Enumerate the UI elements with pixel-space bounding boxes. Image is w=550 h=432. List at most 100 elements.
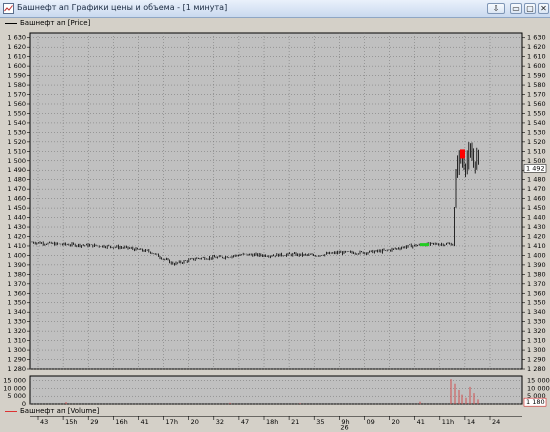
time-tick-label: 41: [140, 418, 148, 426]
price-tick-label-right: 1 450: [527, 204, 546, 212]
price-tick-label-right: 1 380: [527, 270, 546, 278]
price-tick-label-left: 1 590: [7, 72, 26, 80]
time-tick-label: 47: [241, 418, 249, 426]
time-tick-label: 29: [90, 418, 98, 426]
price-tick-label-right: 1 330: [527, 318, 546, 326]
price-tick-label-right: 1 570: [527, 91, 546, 99]
restore-icon: ▢: [526, 4, 534, 13]
price-tick-label-right: 1 600: [527, 62, 546, 70]
window-title: Башнефт ап Графики цены и объема - [1 ми…: [17, 3, 228, 12]
price-tick-label-left: 1 520: [7, 138, 26, 146]
price-tick-label-left: 1 570: [7, 91, 26, 99]
price-tick-label-right: 1 630: [527, 34, 546, 42]
time-axis[interactable]: 43 15h 29 16h 41 17h 20 32 47 18h 21 35 9h 09 20 41 11h 1…: [0, 416, 550, 432]
price-tick-label-right: 1 530: [527, 128, 546, 136]
time-tick-label: 18h: [266, 418, 278, 426]
price-tick-label-right: 1 430: [527, 223, 546, 231]
price-legend-swatch: [5, 23, 17, 24]
restore-button[interactable]: ▢: [524, 3, 536, 14]
price-tick-label-right: 1 460: [527, 195, 546, 203]
price-tick-label-left: 1 400: [7, 251, 26, 259]
price-tick-label-left: 1 530: [7, 128, 26, 136]
price-tick-label-right: 1 520: [527, 138, 546, 146]
price-tick-label-left: 1 450: [7, 204, 26, 212]
price-tick-label-left: 1 300: [7, 346, 26, 354]
price-tick-label-left: 1 440: [7, 214, 26, 222]
time-axis-svg[interactable]: 43 15h 29 16h 41 17h 20 32 47 18h 21 35 9h 09 20 41 11h 1…: [0, 416, 550, 432]
time-tick-label: 41: [417, 418, 425, 426]
price-tick-label-right: 1 610: [527, 53, 546, 61]
price-tick-label-right: 1 400: [527, 251, 546, 259]
price-tick-label-left: 1 470: [7, 185, 26, 193]
price-tick-label-left: 1 630: [7, 34, 26, 42]
price-tick-label-left: 1 410: [7, 242, 26, 250]
current-volume-label: 1 180: [526, 398, 545, 406]
price-tick-label-right: 1 320: [527, 327, 546, 335]
price-tick-label-right: 1 280: [527, 365, 546, 373]
time-day-label: 26: [340, 424, 348, 431]
price-tick-label-right: 1 590: [527, 72, 546, 80]
price-tick-label-left: 1 380: [7, 270, 26, 278]
current-price-label: 1 492: [526, 164, 545, 172]
time-tick-label: 09: [366, 418, 374, 426]
price-tick-label-right: 1 300: [527, 346, 546, 354]
price-tick-label-right: 1 370: [527, 280, 546, 288]
price-tick-label-right: 1 510: [527, 147, 546, 155]
volume-legend-swatch: [5, 411, 17, 412]
price-tick-label-right: 1 580: [527, 81, 546, 89]
price-tick-label-left: 1 600: [7, 62, 26, 70]
time-tick-label: 14: [467, 418, 475, 426]
price-tick-label-right: 1 560: [527, 100, 546, 108]
price-chart[interactable]: 1 630 1 6301 620 1 6201 610 1 6101 600 1 600…: [0, 29, 550, 374]
time-tick-label: 21: [291, 418, 299, 426]
price-tick-label-left: 1 610: [7, 53, 26, 61]
volume-chart[interactable]: 15 00015 00010 00010 0005 0005 000001 18…: [0, 374, 550, 410]
price-tick-label-left: 1 350: [7, 299, 26, 307]
price-tick-label-left: 1 430: [7, 223, 26, 231]
price-tick-label-left: 1 390: [7, 261, 26, 269]
close-button[interactable]: ✕: [538, 3, 549, 14]
pin-button[interactable]: ⇩: [487, 3, 505, 14]
price-tick-label-left: 1 490: [7, 166, 26, 174]
price-plot-area: [29, 32, 523, 370]
price-tick-label-right: 1 390: [527, 261, 546, 269]
price-legend-label: Башнефт ап [Price]: [20, 19, 91, 27]
price-tick-label-left: 1 330: [7, 318, 26, 326]
time-tick-label: 17h: [166, 418, 178, 426]
price-tick-label-left: 1 340: [7, 308, 26, 316]
price-tick-label-right: 1 360: [527, 289, 546, 297]
time-tick-label: 32: [216, 418, 224, 426]
price-tick-label-left: 1 320: [7, 327, 26, 335]
price-legend: Башнефт ап [Price]: [0, 18, 550, 29]
time-tick-label: 43: [40, 418, 48, 426]
price-tick-label-left: 1 460: [7, 195, 26, 203]
price-tick-label-right: 1 550: [527, 109, 546, 117]
time-tick-label: 35: [316, 418, 324, 426]
price-tick-label-right: 1 470: [527, 185, 546, 193]
price-chart-panel[interactable]: 1 630 1 630 1 620 1 620 1 610 1 610 1 600 1 600…: [0, 29, 550, 374]
price-tick-label-left: 1 500: [7, 157, 26, 165]
time-tick-label: 24: [492, 418, 500, 426]
minimize-button[interactable]: ▭: [510, 3, 522, 14]
price-tick-label-left: 1 290: [7, 356, 26, 364]
time-tick-label: 20: [191, 418, 199, 426]
time-tick-label: 15h: [65, 418, 77, 426]
price-tick-label-right: 1 290: [527, 356, 546, 364]
price-tick-label-left: 1 310: [7, 337, 26, 345]
price-tick-label-right: 1 420: [527, 232, 546, 240]
app-icon: [3, 3, 14, 14]
price-tick-label-left: 1 370: [7, 280, 26, 288]
price-tick-label-right: 1 410: [527, 242, 546, 250]
price-tick-label-left: 1 580: [7, 81, 26, 89]
time-tick-label: 20: [392, 418, 400, 426]
price-tick-label-left: 1 280: [7, 365, 26, 373]
price-tick-label-left: 1 510: [7, 147, 26, 155]
volume-legend-label: Башнефт ап [Volume]: [20, 407, 100, 415]
price-tick-label-left: 1 420: [7, 232, 26, 240]
price-tick-label-right: 1 440: [527, 214, 546, 222]
price-tick-label-right: 1 340: [527, 308, 546, 316]
volume-chart-panel[interactable]: 15 00015 00010 00010 0005 0005 000001 18…: [0, 374, 550, 410]
price-tick-label-right: 1 350: [527, 299, 546, 307]
price-tick-label-left: 1 540: [7, 119, 26, 127]
price-tick-label-right: 1 540: [527, 119, 546, 127]
